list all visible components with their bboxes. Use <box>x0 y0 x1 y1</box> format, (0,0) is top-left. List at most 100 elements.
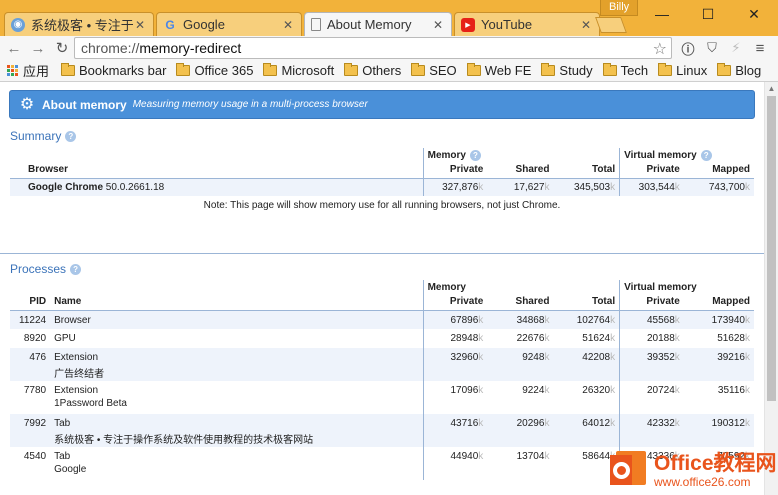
url-host: memory-redirect <box>139 40 242 56</box>
bookmark-folder[interactable]: Tech <box>602 63 648 78</box>
forward-button[interactable]: → <box>28 38 48 58</box>
bookmark-star-icon[interactable]: ☆ <box>653 39 667 59</box>
office-logo-icon <box>610 450 650 491</box>
lightning-icon[interactable]: ⚡ <box>726 38 746 58</box>
bookmark-folder[interactable]: Office 365 <box>176 63 253 78</box>
folder-icon <box>602 63 617 76</box>
shield-icon[interactable]: ⛉ <box>702 38 722 58</box>
help-icon[interactable]: ? <box>65 130 77 142</box>
help-icon[interactable]: ? <box>70 263 82 275</box>
table-row: 8920 GPU 28948k 22676k 51624k 20188k 51628k <box>10 329 754 348</box>
tab-about-memory[interactable]: About Memory ✕ <box>304 12 452 36</box>
process-subtitle: Google <box>54 464 87 475</box>
bookmark-folder[interactable]: SEO <box>411 63 457 78</box>
folder-icon <box>61 63 76 76</box>
vertical-scrollbar[interactable]: ▲ <box>764 82 778 495</box>
process-name: Extension <box>54 352 99 363</box>
name-cell: Extension 1Password Beta <box>50 381 423 414</box>
value-cell: 32960k <box>422 348 488 381</box>
name-cell: GPU <box>50 329 423 348</box>
menu-icon[interactable]: ≡ <box>750 38 770 58</box>
value-cell: 34868k <box>516 314 550 326</box>
maximize-icon[interactable]: ☐ <box>696 4 720 24</box>
tab-youtube[interactable]: ▶ YouTube ✕ <box>454 12 600 36</box>
value-cell: 39352k <box>619 348 684 381</box>
reload-button[interactable]: ↻ <box>52 38 72 58</box>
help-icon[interactable]: ? <box>469 149 481 161</box>
close-icon[interactable]: ✕ <box>281 18 295 32</box>
value-cell: 35116k <box>717 385 750 396</box>
process-name: GPU <box>54 333 76 344</box>
watermark: Office教程网 www.office26.com <box>610 446 778 495</box>
process-name: Tab <box>54 451 71 462</box>
table-row: 11224 Browser 67896k 34868k 102764k 45568k 173… <box>10 310 754 329</box>
bookmark-folder[interactable]: Bookmarks bar <box>61 63 166 78</box>
scroll-up-icon[interactable]: ▲ <box>765 82 778 96</box>
processes-title: Processes? <box>10 262 82 276</box>
new-tab-button[interactable] <box>595 17 627 33</box>
col-shared: Shared <box>515 296 550 308</box>
value-cell: 17096k <box>422 381 488 414</box>
process-name: Tab <box>54 418 71 429</box>
value-cell: 173940k <box>711 314 750 326</box>
close-window-icon[interactable]: ✕ <box>742 4 766 24</box>
tab-title: 系统极客 • 专注于操 <box>31 18 133 33</box>
globe-icon: ◉ <box>11 17 25 32</box>
process-name: Browser <box>54 314 91 326</box>
tab-google[interactable]: G Google ✕ <box>156 12 302 36</box>
back-button[interactable]: ← <box>4 38 24 58</box>
name-cell: Tab 系统极客 • 专注于操作系统及软件使用教程的技术极客网站 <box>50 414 423 447</box>
value-cell: 26320k <box>582 385 616 396</box>
scroll-thumb[interactable] <box>767 96 776 401</box>
value-cell: 22676k <box>516 333 550 344</box>
col-virtual-private: Private <box>619 162 684 178</box>
bookmark-folder[interactable]: Web FE <box>466 63 531 78</box>
value-cell: 9248k <box>522 352 550 363</box>
processes-virtual-group: Virtual memory <box>619 280 754 294</box>
bookmark-folder[interactable]: Microsoft <box>263 63 334 78</box>
close-icon[interactable]: ✕ <box>133 18 147 32</box>
value-cell: 20724k <box>619 381 684 414</box>
summary-title: Summary? <box>10 129 77 143</box>
process-name: Extension <box>54 385 99 396</box>
watermark-title: Office教程网 <box>654 451 777 475</box>
name-cell: Extension 广告终结者 <box>50 348 423 381</box>
col-virtual-private: Private <box>619 294 684 310</box>
folder-icon <box>658 63 673 76</box>
value-cell: 42208k <box>582 352 616 363</box>
address-bar[interactable]: chrome://memory-redirect ☆ <box>74 37 672 59</box>
table-row: 476 Extension 广告终结者 32960k 9248k 42208k 39352k… <box>10 348 754 381</box>
page-icon <box>311 18 321 31</box>
process-subtitle: 广告终结者 <box>54 369 105 380</box>
bookmark-folder[interactable]: Linux <box>658 63 707 78</box>
pid-cell: 11224 <box>19 314 47 326</box>
value-cell: 20296k <box>516 418 550 429</box>
bookmark-folder[interactable]: Study <box>541 63 593 78</box>
close-icon[interactable]: ✕ <box>579 18 593 32</box>
folder-icon <box>411 63 426 76</box>
page-title: About memory <box>42 97 127 112</box>
summary-virtual-group: Virtual memory? <box>619 148 754 162</box>
value-cell: 102764k <box>576 314 616 326</box>
value-cell: 28948k <box>422 329 488 348</box>
process-subtitle: 1Password Beta <box>54 398 127 409</box>
tab-xitongjike[interactable]: ◉ 系统极客 • 专注于操 ✕ <box>4 12 154 36</box>
minimize-icon[interactable]: — <box>650 4 674 24</box>
bookmark-folder[interactable]: Others <box>344 63 401 78</box>
info-icon[interactable]: ⓘ <box>678 38 698 58</box>
watermark-url: www.office26.com <box>654 474 751 489</box>
page-subtitle: Measuring memory usage in a multi-proces… <box>132 99 368 110</box>
profile-button[interactable]: Billy <box>600 0 639 16</box>
bookmark-folder[interactable]: Blog <box>717 63 761 78</box>
value-cell: 45568k <box>619 310 684 329</box>
help-icon[interactable]: ? <box>700 149 712 161</box>
col-pid: PID <box>29 296 47 308</box>
processes-memory-group: Memory <box>422 280 620 294</box>
apps-icon[interactable] <box>7 65 18 76</box>
close-icon[interactable]: ✕ <box>431 18 445 32</box>
name-cell: Browser <box>50 310 423 329</box>
col-private: Private <box>422 162 488 178</box>
folder-icon <box>176 63 191 76</box>
bookmark-apps[interactable]: 应用 <box>23 61 49 80</box>
folder-icon <box>541 63 556 76</box>
